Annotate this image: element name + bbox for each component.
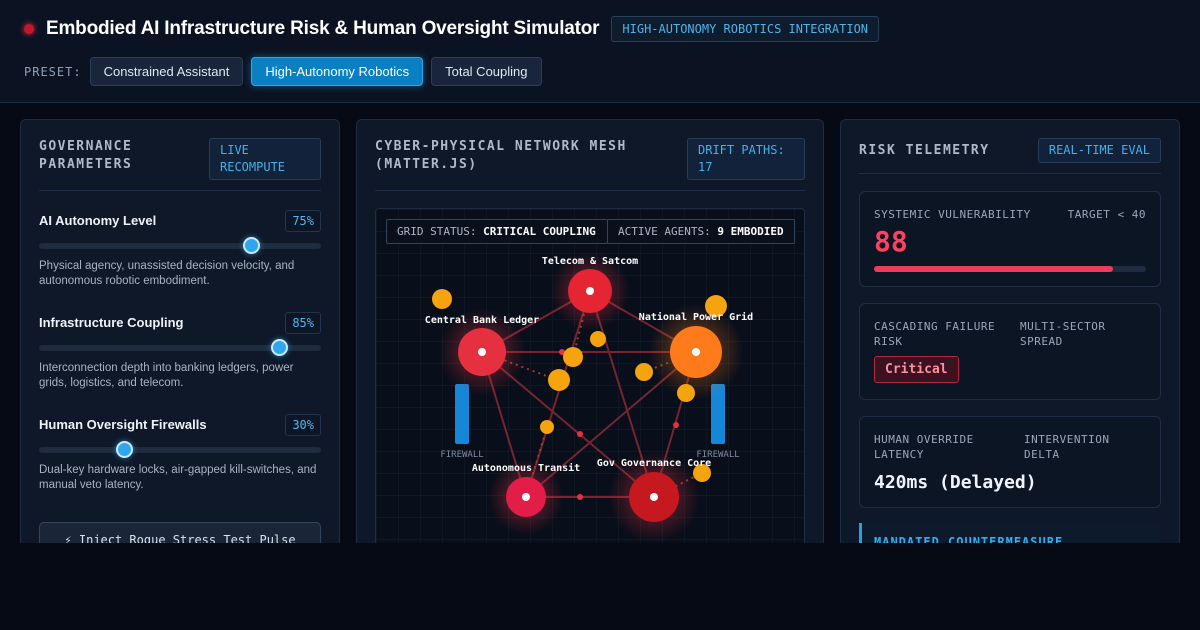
governance-panel-header: GOVERNANCE PARAMETERS LIVE RECOMPUTE [39, 138, 321, 191]
human-oversight-slider[interactable] [39, 441, 321, 458]
slider-thumb[interactable] [242, 237, 260, 254]
packet-dot [673, 422, 679, 428]
agent-node[interactable] [540, 420, 554, 434]
agent-node[interactable] [563, 347, 583, 367]
status-indicator-icon [24, 24, 34, 34]
spread-label: MULTI-SECTOR SPREAD [1020, 320, 1106, 348]
param-value: 85% [285, 311, 321, 334]
active-agents-label: ACTIVE AGENTS: [618, 225, 711, 238]
agent-node[interactable] [432, 289, 452, 309]
preset-total-coupling-button[interactable]: Total Coupling [431, 57, 542, 86]
page-bottom-area [0, 543, 1200, 630]
param-label: Infrastructure Coupling [39, 315, 184, 330]
live-recompute-badge: LIVE RECOMPUTE [209, 138, 321, 180]
cascade-card: CASCADING FAILURE RISK MULTI-SECTOR SPRE… [859, 303, 1161, 400]
vulnerability-value: 88 [874, 225, 908, 258]
vulnerability-card: SYSTEMIC VULNERABILITY TARGET < 40 88 [859, 191, 1161, 287]
param-human-oversight: Human Oversight Firewalls 30% Dual-key h… [39, 412, 321, 493]
packet-dot [577, 494, 583, 500]
network-mesh-canvas[interactable]: FIREWALL FIREWALL Telecom & Satcom Centr… [375, 208, 805, 558]
title-row: Embodied AI Infrastructure Risk & Human … [24, 16, 880, 42]
param-label: AI Autonomy Level [39, 213, 157, 228]
real-time-eval-badge: REAL-TIME EVAL [1037, 138, 1161, 163]
node-core-dot [478, 348, 486, 356]
grid-status-chip: GRID STATUS: CRITICAL COUPLING [386, 219, 608, 244]
vulnerability-bar [874, 266, 1146, 272]
preset-row: PRESET: Constrained Assistant High-Auton… [24, 57, 550, 86]
preset-constrained-assistant-button[interactable]: Constrained Assistant [89, 57, 244, 86]
agent-node[interactable] [548, 369, 570, 391]
agent-node[interactable] [677, 384, 695, 402]
node-label-transit: Autonomous Transit [472, 462, 580, 474]
app-header: Embodied AI Infrastructure Risk & Human … [0, 0, 1200, 103]
active-agents-value: 9 EMBODIED [717, 225, 784, 238]
latency-card: HUMAN OVERRIDE LATENCY INTERVENTION DELT… [859, 416, 1161, 508]
agent-node[interactable] [635, 363, 653, 381]
risk-telemetry-panel: RISK TELEMETRY REAL-TIME EVAL SYSTEMIC V… [840, 119, 1180, 559]
slider-thumb[interactable] [115, 441, 133, 458]
ai-autonomy-slider[interactable] [39, 237, 321, 254]
node-core-dot [650, 493, 658, 501]
vulnerability-label: SYSTEMIC VULNERABILITY [874, 208, 1031, 221]
param-infrastructure-coupling: Infrastructure Coupling 85% Interconnect… [39, 310, 321, 391]
grid-status-value: CRITICAL COUPLING [483, 225, 596, 238]
drift-paths-badge: DRIFT PATHS: 17 [687, 138, 805, 180]
param-label: Human Oversight Firewalls [39, 417, 207, 432]
param-ai-autonomy: AI Autonomy Level 75% Physical agency, u… [39, 208, 321, 289]
param-value: 30% [285, 413, 321, 436]
latency-value: 420ms (Delayed) [874, 472, 1037, 493]
mode-badge: HIGH-AUTONOMY ROBOTICS INTEGRATION [611, 16, 880, 42]
telemetry-panel-header: RISK TELEMETRY REAL-TIME EVAL [859, 138, 1161, 174]
latency-label: HUMAN OVERRIDE LATENCY [874, 433, 974, 461]
mesh-panel-header: CYBER-PHYSICAL NETWORK MESH (MATTER.JS) … [375, 138, 805, 191]
node-label-telecom: Telecom & Satcom [542, 256, 638, 267]
network-mesh-panel: CYBER-PHYSICAL NETWORK MESH (MATTER.JS) … [356, 119, 824, 559]
param-description: Physical agency, unassisted decision vel… [39, 260, 295, 287]
node-label-power: National Power Grid [639, 311, 753, 323]
delta-label: INTERVENTION DELTA [1024, 433, 1110, 461]
firewall-left-label: FIREWALL [440, 450, 483, 460]
mesh-svg: FIREWALL FIREWALL Telecom & Satcom Centr… [376, 209, 804, 558]
node-label-bank: Central Bank Ledger [425, 315, 539, 326]
node-core-dot [692, 348, 700, 356]
grid-status-label: GRID STATUS: [397, 225, 477, 238]
param-description: Interconnection depth into banking ledge… [39, 362, 294, 389]
vulnerability-bar-fill [874, 266, 1114, 272]
param-description: Dual-key hardware locks, air-gapped kill… [39, 464, 317, 491]
packet-dot [577, 431, 583, 437]
param-value: 75% [285, 209, 321, 232]
cascade-status-badge: Critical [874, 356, 959, 383]
slider-thumb[interactable] [270, 339, 288, 356]
preset-high-autonomy-robotics-button[interactable]: High-Autonomy Robotics [251, 57, 424, 86]
governance-panel: GOVERNANCE PARAMETERS LIVE RECOMPUTE AI … [20, 119, 340, 559]
node-core-dot [586, 287, 594, 295]
node-core-dot [522, 493, 530, 501]
vulnerability-target: TARGET < 40 [1067, 208, 1146, 221]
node-label-gov: Gov Governance Core [597, 458, 711, 469]
telemetry-panel-title: RISK TELEMETRY [859, 143, 990, 158]
app-title: Embodied AI Infrastructure Risk & Human … [46, 18, 600, 39]
cascade-label: CASCADING FAILURE RISK [874, 320, 996, 348]
infrastructure-coupling-slider[interactable] [39, 339, 321, 356]
mesh-panel-title: CYBER-PHYSICAL NETWORK MESH (MATTER.JS) [375, 139, 627, 172]
agent-node[interactable] [590, 331, 606, 347]
preset-label: PRESET: [24, 64, 82, 79]
governance-panel-title: GOVERNANCE PARAMETERS [39, 139, 133, 172]
active-agents-chip: ACTIVE AGENTS: 9 EMBODIED [607, 219, 795, 244]
